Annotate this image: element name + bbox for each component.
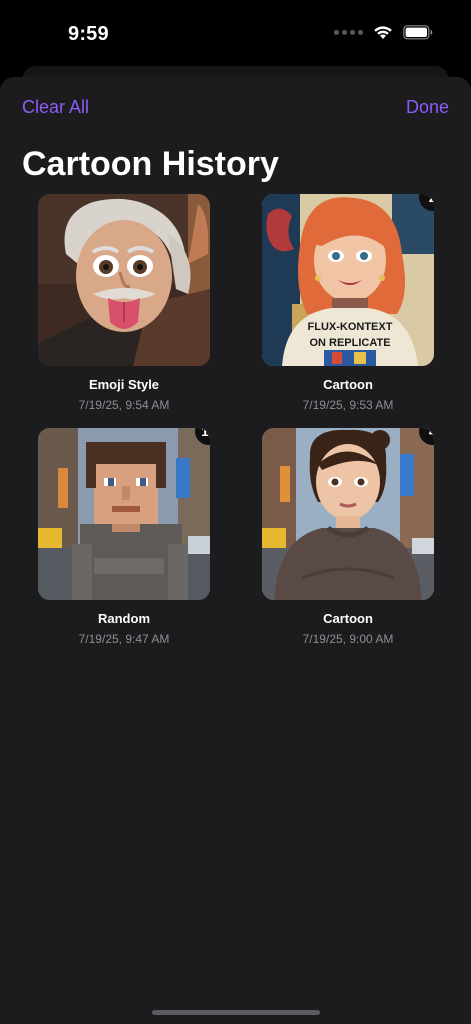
item-title: Cartoon <box>323 377 373 392</box>
item-date: 7/19/25, 9:00 AM <box>302 632 394 646</box>
cartoon-thumbnail[interactable]: 4 <box>262 428 434 600</box>
status-bar: 9:59 <box>0 0 471 70</box>
emoji-style-thumbnail[interactable] <box>38 194 210 366</box>
clear-all-button[interactable]: Clear All <box>22 97 89 118</box>
item-date: 7/19/25, 9:54 AM <box>78 398 170 412</box>
wifi-icon <box>374 26 392 39</box>
history-item-emoji-style[interactable]: Emoji Style 7/19/25, 9:54 AM <box>38 194 210 412</box>
shirt-text-line-1: FLUX-KONTEXT <box>308 321 393 333</box>
history-item-random[interactable]: 10 Random 7/19/25, 9:47 AM <box>38 428 210 646</box>
page-title: Cartoon History <box>22 145 279 183</box>
shirt-text-line-2: ON REPLICATE <box>309 337 390 349</box>
item-title: Emoji Style <box>88 377 160 392</box>
battery-icon <box>403 25 433 40</box>
item-date: 7/19/25, 9:47 AM <box>78 632 170 646</box>
item-title: Cartoon <box>323 611 373 626</box>
item-date: 7/19/25, 9:53 AM <box>302 398 394 412</box>
cellular-signal-icon <box>334 30 363 35</box>
random-thumbnail[interactable]: 10 <box>38 428 210 600</box>
history-item-cartoon-2[interactable]: 4 Cartoon 7/19/25, 9:00 AM <box>262 428 434 646</box>
cartoon-thumbnail[interactable]: FLUX-KONTEXT ON REPLICATE 2 <box>262 194 434 366</box>
home-indicator[interactable] <box>152 1010 320 1015</box>
done-button[interactable]: Done <box>406 97 449 118</box>
status-time: 9:59 <box>68 23 109 45</box>
item-title: Random <box>98 611 150 626</box>
status-icons <box>334 25 433 40</box>
history-item-cartoon-1[interactable]: FLUX-KONTEXT ON REPLICATE 2 Cartoon 7/19… <box>262 194 434 412</box>
